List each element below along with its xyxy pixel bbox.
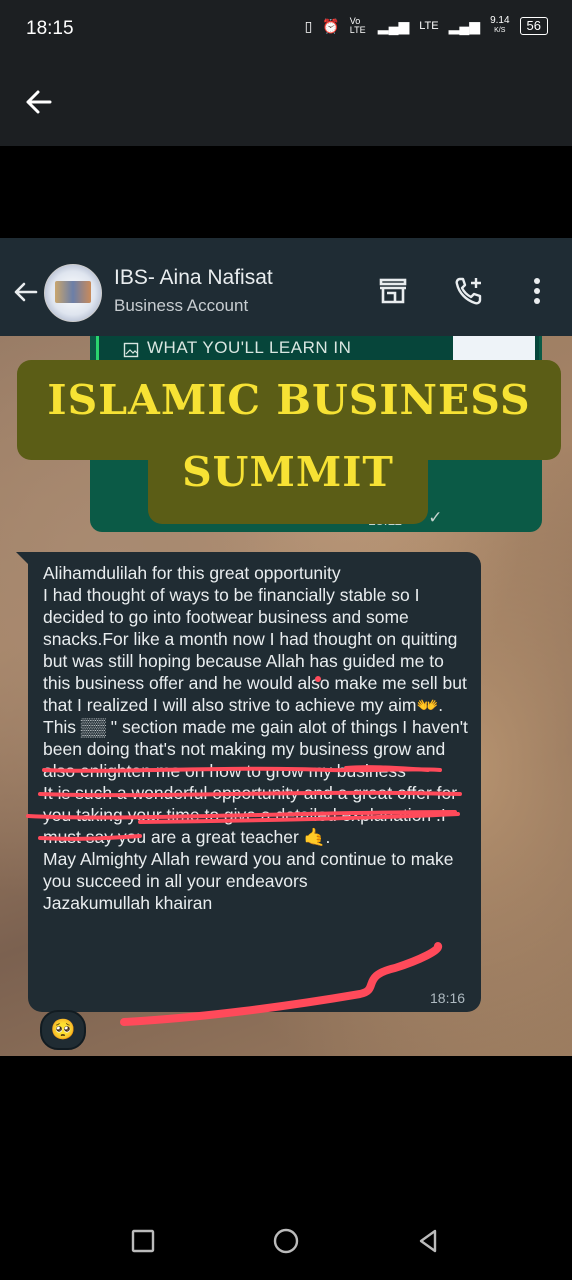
banner-title-line1: ISLAMIC BUSINESS [47,376,531,424]
message-timestamp: 18:16 [430,990,466,1006]
lte-icon: LTE [419,20,439,32]
message-reaction[interactable]: 🥺 [40,1010,86,1050]
status-bar: 18:15 ▯ ⏰ Vo LTE ▂▄▆ LTE ▂▄▆ 9.14 K/S 56 [0,0,572,58]
status-time: 18:15 [26,18,74,39]
network-speed-value: 9.14 [490,15,510,26]
banner-title-line2: SUMMIT [182,448,394,496]
chat-back-icon[interactable] [10,276,42,308]
home-icon[interactable] [271,1226,301,1256]
network-speed: 9.14 K/S [490,16,509,36]
letterbox-top [0,146,572,238]
network-speed-unit: K/S [494,27,506,34]
quoted-text: WHAT YOU'LL LEARN IN [147,338,352,357]
viewer-app-bar [0,58,572,146]
signal-icon-2: ▂▄▆ [448,17,481,34]
avatar-image [55,281,91,303]
shared-screenshot: IBS- Aina Nafisat Business Account WHAT … [0,238,572,1056]
battery-icon: 56 [519,17,548,35]
avatar[interactable] [44,264,102,322]
store-icon[interactable] [376,274,410,308]
more-vert-icon[interactable] [520,274,554,308]
image-icon [123,342,139,358]
chat-header: IBS- Aina Nafisat Business Account [0,238,572,336]
recents-icon[interactable] [128,1226,158,1256]
vibrate-icon: ▯ [304,17,313,34]
quoted-thumbnail [453,336,535,362]
status-icons: ▯ ⏰ Vo LTE ▂▄▆ LTE ▂▄▆ 9.14 K/S 56 [305,16,548,36]
chat-subtitle: Business Account [114,296,249,315]
alarm-icon: ⏰ [322,17,340,34]
signal-icon: ▂▄▆ [377,17,410,34]
message-text: Alihamdulilah for this great opportunity… [43,563,468,913]
system-nav-bar [0,1200,572,1280]
back-icon[interactable] [413,1226,443,1256]
arrow-left-icon[interactable] [20,82,60,122]
add-call-icon[interactable] [452,274,486,308]
volte-icon: Vo LTE [349,16,366,35]
chat-title[interactable]: IBS- Aina Nafisat [114,266,273,290]
